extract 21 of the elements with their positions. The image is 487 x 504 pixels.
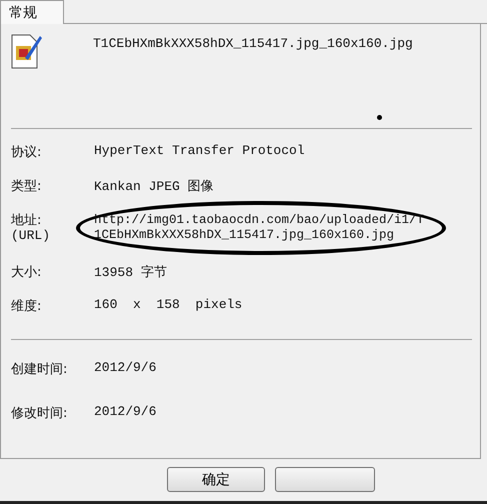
dot-mark	[377, 115, 382, 120]
image-file-icon	[11, 32, 43, 70]
property-sublabel: (URL)	[11, 229, 52, 243]
date-value: 2012/9/6	[94, 360, 156, 375]
property-value: 13958 字节	[94, 265, 167, 280]
property-value: http://img01.taobaocdn.com/bao/uploaded/i1/T1CEbHXmBkXXX58hDX_115417.jpg_160x160.jpg	[94, 213, 424, 243]
property-label: 地址:	[11, 212, 42, 229]
property-label: 大小:	[11, 264, 42, 281]
date-label: 修改时间:	[11, 405, 68, 422]
ok-button[interactable]: 确定	[167, 467, 265, 492]
property-value: 160 x 158 pixels	[94, 297, 242, 312]
tab[interactable]: 常规	[0, 0, 64, 24]
property-value: Kankan JPEG 图像	[94, 179, 214, 194]
property-label: 类型:	[11, 178, 42, 195]
property-value: HyperText Transfer Protocol	[94, 143, 305, 158]
property-label: 协议:	[11, 144, 42, 161]
button[interactable]	[275, 467, 375, 492]
date-value: 2012/9/6	[94, 404, 156, 419]
file-name: T1CEbHXmBkXXX58hDX_115417.jpg_160x160.jpg	[93, 36, 413, 51]
date-label: 创建时间:	[11, 361, 68, 378]
property-label: 维度:	[11, 298, 42, 315]
